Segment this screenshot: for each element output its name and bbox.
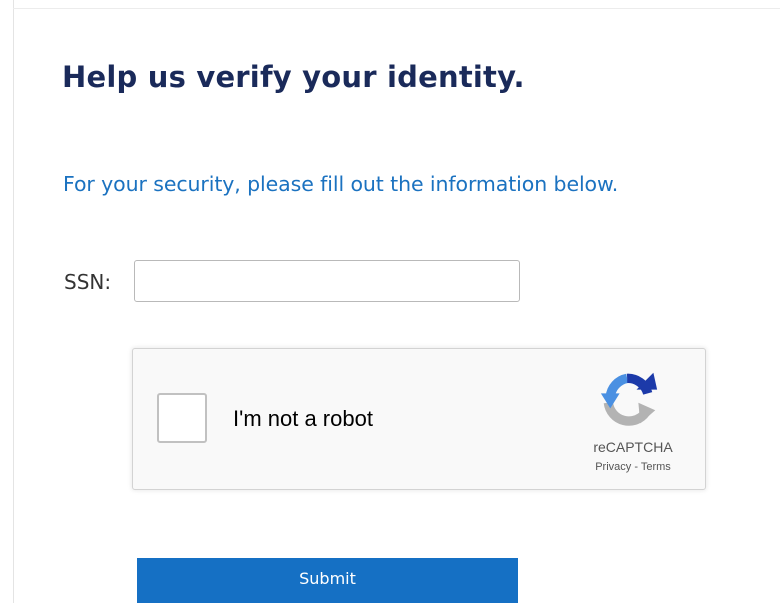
verification-page: Help us verify your identity. For your s…	[0, 0, 780, 603]
terms-link[interactable]: Terms	[641, 461, 671, 473]
recaptcha-widget: I'm not a robot reCAPTCHA Privacy - Term…	[132, 348, 706, 490]
ssn-input[interactable]	[134, 260, 520, 302]
recaptcha-checkbox[interactable]	[157, 393, 207, 443]
link-separator: -	[631, 461, 641, 473]
top-border	[13, 8, 780, 9]
left-border	[13, 0, 14, 603]
recaptcha-links: Privacy - Terms	[573, 461, 693, 473]
security-instructions: For your security, please fill out the i…	[63, 172, 619, 196]
page-title: Help us verify your identity.	[62, 60, 525, 94]
submit-button[interactable]: Submit	[137, 558, 518, 603]
recaptcha-brand: reCAPTCHA	[593, 439, 673, 455]
recaptcha-label: I'm not a robot	[233, 406, 373, 431]
privacy-link[interactable]: Privacy	[595, 461, 631, 473]
ssn-label: SSN:	[64, 270, 112, 294]
recaptcha-logo-icon	[600, 372, 658, 426]
